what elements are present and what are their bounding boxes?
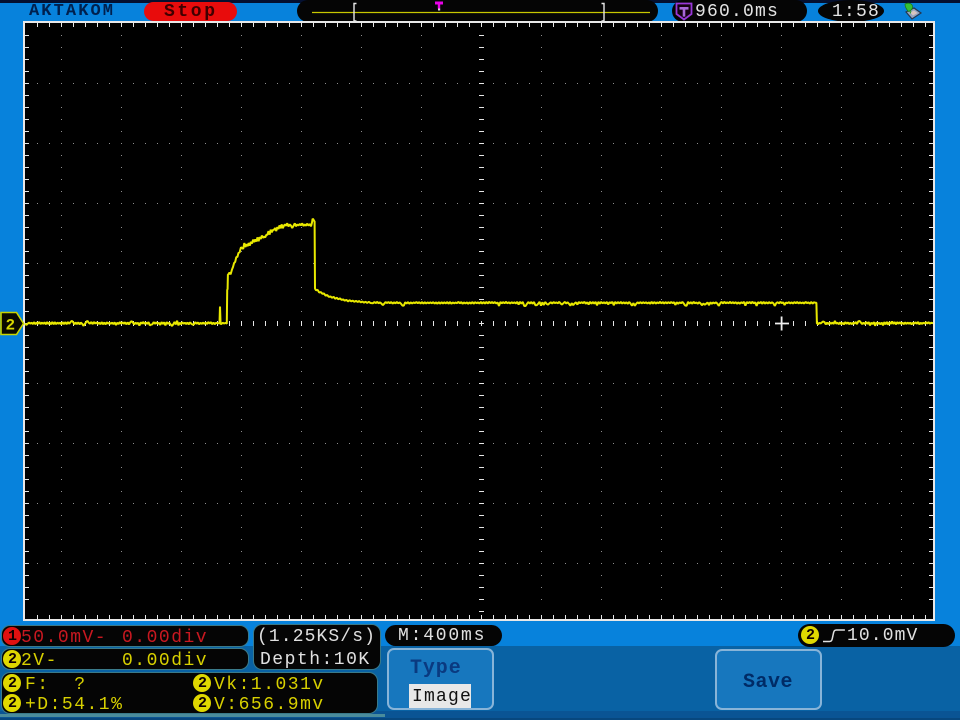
svg-text:2: 2 (6, 317, 16, 335)
